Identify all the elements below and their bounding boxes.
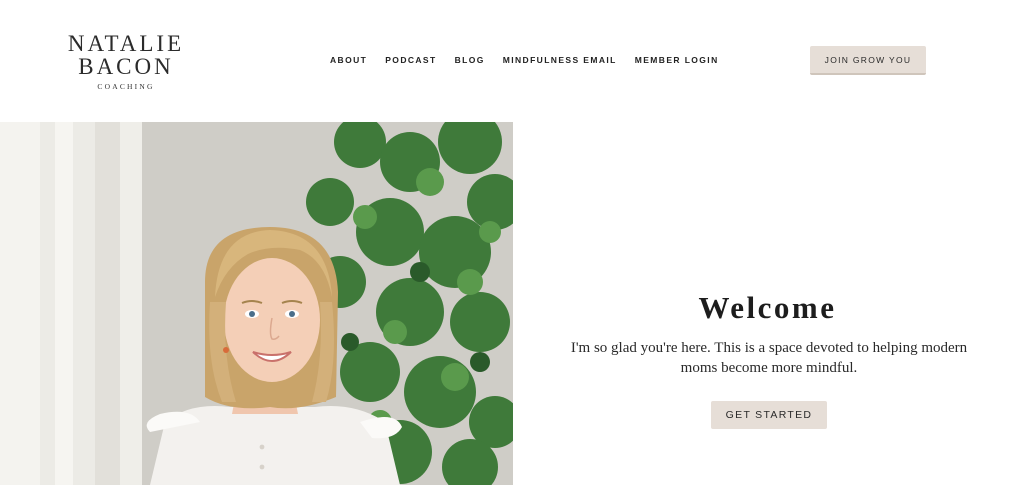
get-started-button[interactable]: GET STARTED: [711, 401, 827, 429]
join-grow-you-button[interactable]: JOIN GROW YOU: [810, 46, 926, 75]
site-logo[interactable]: NATALIE BACON COACHING: [62, 32, 190, 91]
welcome-text: I'm so glad you're here. This is a space…: [570, 340, 968, 376]
nav-item-member-login[interactable]: MEMBER LOGIN: [635, 55, 719, 65]
logo-subtitle: COACHING: [97, 82, 155, 91]
main-nav: ABOUT PODCAST BLOG MINDFULNESS EMAIL MEM…: [330, 55, 719, 65]
nav-item-podcast[interactable]: PODCAST: [385, 55, 436, 65]
logo-line-1: NATALIE: [67, 31, 185, 56]
welcome-title: Welcome: [698, 290, 837, 325]
hero-image: [0, 122, 513, 485]
logo-line-2: BACON: [78, 54, 174, 79]
nav-item-about[interactable]: ABOUT: [330, 55, 367, 65]
nav-item-mindfulness-email[interactable]: MINDFULNESS EMAIL: [503, 55, 617, 65]
nav-item-blog[interactable]: BLOG: [455, 55, 485, 65]
